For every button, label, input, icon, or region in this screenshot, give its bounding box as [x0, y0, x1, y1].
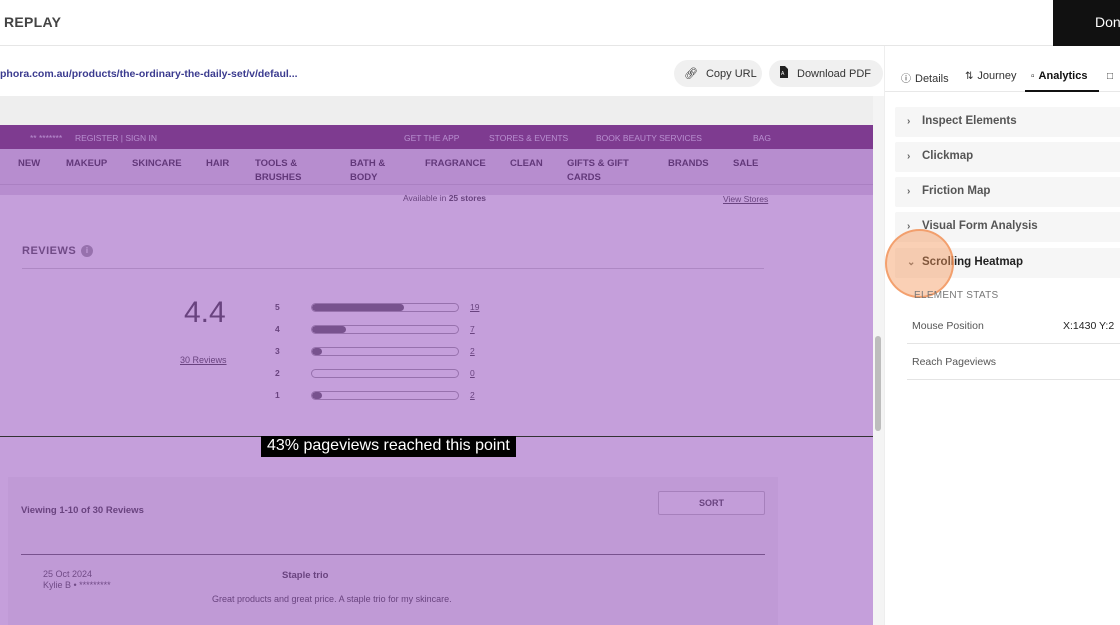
replayed-page: ** ******* REGISTER | SIGN IN GET THE AP… [0, 125, 873, 625]
reviews-list: Viewing 1-10 of 30 Reviews SORT 25 Oct 2… [8, 477, 778, 625]
sort-button: SORT [658, 491, 765, 515]
panel-tabs: ⓘ Details ⇅ Journey ▫ Analytics □ [885, 46, 1120, 92]
category-item: BATH & BODY [350, 158, 386, 183]
tab-journey[interactable]: ⇅ Journey [965, 70, 1017, 82]
stat-mouse-position: Mouse Position X:1430 Y:2 [907, 308, 1120, 344]
site-nav-bag: BAG [753, 133, 771, 143]
rating-bar-fill [312, 326, 346, 333]
rating-count: 0 [470, 368, 475, 378]
viewing-count: Viewing 1-10 of 30 Reviews [21, 505, 144, 516]
rating-star-label: 1 [275, 390, 280, 400]
chevron-right-icon: › [907, 116, 911, 127]
section-friction-map[interactable]: › Friction Map [895, 177, 1120, 207]
rating-bar [311, 369, 459, 378]
pdf-icon: A [779, 66, 789, 81]
cursor-click-indicator [885, 229, 954, 298]
category-item: CLEAN [510, 158, 543, 169]
rating-star-label: 5 [275, 302, 280, 312]
analytics-icon: ▫ [1031, 71, 1035, 82]
review-body: Great products and great price. A staple… [212, 594, 452, 604]
rating-bar [311, 391, 459, 400]
site-nav-stores: STORES & EVENTS [489, 133, 569, 143]
category-item: SALE [733, 158, 759, 169]
category-item: NEW [18, 158, 41, 169]
review-author: Kylie B • ********* [43, 580, 111, 590]
download-pdf-button[interactable]: A Download PDF [769, 60, 883, 87]
reviews-count-link: 30 Reviews [180, 355, 227, 365]
rating-star-label: 4 [275, 324, 280, 334]
copy-url-label: Copy URL [705, 67, 757, 80]
tab-document[interactable]: □ [1107, 70, 1117, 82]
rating-bar-fill [312, 304, 404, 311]
category-item: BRANDS [668, 158, 709, 169]
site-nav-register: REGISTER | SIGN IN [75, 133, 158, 143]
rating-bar-fill [312, 392, 323, 399]
rating-star-label: 3 [275, 346, 280, 356]
rating-count: 2 [470, 390, 475, 400]
availability-count: 25 stores [448, 193, 487, 203]
divider [21, 554, 765, 555]
category-item: SKINCARE [132, 158, 182, 169]
stat-reach-pageviews: Reach Pageviews 4 [907, 344, 1120, 380]
scrollbar-thumb[interactable] [875, 336, 881, 431]
element-stats-label: ELEMENT STATS [914, 290, 999, 301]
tab-analytics[interactable]: ▫ Analytics [1031, 70, 1087, 82]
category-item: TOOLS & BRUSHES [255, 158, 302, 183]
replay-viewport: ** ******* REGISTER | SIGN IN GET THE AP… [0, 96, 884, 625]
done-button[interactable]: Done [1053, 0, 1120, 46]
category-item: MAKEUP [66, 158, 108, 169]
view-stores-link: View Stores [723, 194, 769, 204]
review-date: 25 Oct 2024 [43, 569, 93, 579]
average-rating: 4.4 [184, 296, 226, 329]
info-icon: i [81, 245, 94, 257]
document-icon: □ [1107, 71, 1114, 82]
site-top-nav: ** ******* REGISTER | SIGN IN GET THE AP… [0, 125, 873, 149]
tab-details[interactable]: ⓘ Details [901, 70, 949, 85]
rating-count: 2 [470, 346, 475, 356]
rating-bar [311, 347, 459, 356]
site-category-nav: NEW MAKEUP SKINCARE HAIR TOOLS & BRUSHES… [0, 149, 873, 185]
section-clickmap[interactable]: › Clickmap [895, 142, 1120, 172]
download-pdf-label: Download PDF [797, 67, 871, 80]
viewport-scrollbar[interactable] [873, 96, 884, 625]
category-item: GIFTS & GIFT CARDS [567, 158, 629, 183]
rating-star-label: 2 [275, 368, 280, 378]
site-nav-user: ** ******* [30, 133, 63, 143]
chevron-right-icon: › [907, 186, 911, 197]
rating-bar [311, 303, 459, 312]
url-row: phora.com.au/products/the-ordinary-the-d… [0, 46, 884, 96]
site-nav-get-app: GET THE APP [404, 133, 460, 143]
analytics-panel: ⓘ Details ⇅ Journey ▫ Analytics □ › Inspect… [884, 46, 1120, 625]
copy-url-button[interactable]: 🔗︎ Copy URL [674, 60, 762, 87]
info-icon: ⓘ [901, 74, 911, 85]
review-meta: 25 Oct 2024 Kylie B • ********* [43, 569, 111, 591]
review-title: Staple trio [282, 570, 329, 581]
category-item: FRAGRANCE [425, 158, 486, 169]
divider [22, 268, 764, 269]
category-item: HAIR [206, 158, 230, 169]
rating-bar [311, 325, 459, 334]
active-tab-indicator [1025, 90, 1099, 92]
rating-count: 19 [470, 302, 480, 312]
link-icon: 🔗︎ [684, 68, 698, 80]
availability-text: Available in 25 stores [403, 193, 487, 203]
reviews-heading: REVIEWS i [22, 245, 94, 257]
top-bar: REPLAY Done [0, 0, 1120, 46]
page-title: REPLAY [4, 14, 62, 30]
chevron-right-icon: › [907, 151, 911, 162]
site-nav-beauty: BOOK BEAUTY SERVICES [596, 133, 702, 143]
recorded-url[interactable]: phora.com.au/products/the-ordinary-the-d… [0, 68, 298, 80]
journey-icon: ⇅ [965, 71, 974, 82]
rating-count: 7 [470, 324, 475, 334]
rating-bar-fill [312, 348, 323, 355]
section-inspect-elements[interactable]: › Inspect Elements [895, 107, 1120, 137]
